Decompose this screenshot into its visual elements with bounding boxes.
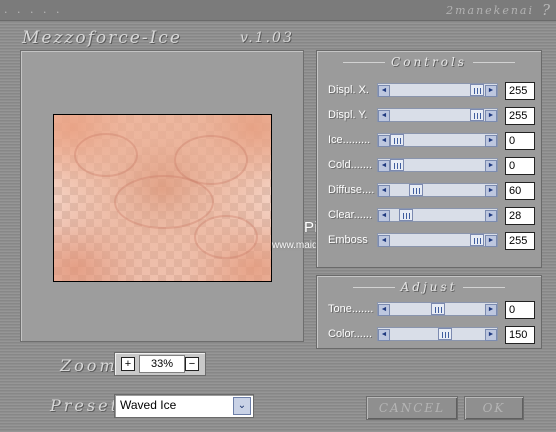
arrow-right-icon[interactable]: ► (485, 160, 497, 172)
slider-value-field[interactable]: 0 (505, 132, 535, 150)
plugin-window: · · · · · 2manekenai ? Mezzoforce-Ice v.… (0, 0, 556, 432)
arrow-right-icon[interactable]: ► (485, 135, 497, 147)
zoom-out-button[interactable]: − (185, 357, 199, 371)
slider-thumb[interactable] (431, 303, 445, 315)
slider-thumb[interactable] (409, 184, 423, 196)
plugin-version: v.1.03 (240, 30, 294, 46)
slider-row: Diffuse.... ◄ ► 60 (317, 181, 541, 201)
arrow-right-icon[interactable]: ► (485, 85, 497, 97)
slider-value-field[interactable]: 0 (505, 301, 535, 319)
slider-track[interactable]: ◄ ► (377, 208, 498, 222)
plugin-title: Mezzoforce-Ice (22, 28, 182, 48)
adjust-title: Adjust (317, 280, 541, 294)
arrow-left-icon[interactable]: ◄ (378, 235, 390, 247)
slider-row: Cold....... ◄ ► 0 (317, 156, 541, 176)
arrow-left-icon[interactable]: ◄ (378, 110, 390, 122)
slider-row: Clear...... ◄ ► 28 (317, 206, 541, 226)
arrow-left-icon[interactable]: ◄ (378, 210, 390, 222)
brand-label: 2manekenai (446, 4, 534, 17)
arrow-right-icon[interactable]: ► (485, 329, 497, 341)
zoom-in-button[interactable]: + (121, 357, 135, 371)
slider-value-field[interactable]: 255 (505, 107, 535, 125)
zoom-value: 33% (139, 355, 185, 373)
slider-row: Tone....... ◄ ► 0 (317, 300, 541, 320)
slider-label: Ice......... (328, 134, 371, 146)
slider-thumb[interactable] (390, 134, 404, 146)
arrow-left-icon[interactable]: ◄ (378, 185, 390, 197)
slider-row: Displ. Y. ◄ ► 255 (317, 106, 541, 126)
preset-value: Waved Ice (120, 398, 177, 412)
slider-thumb[interactable] (470, 84, 484, 96)
slider-track[interactable]: ◄ ► (377, 108, 498, 122)
preset-label: Preset (50, 396, 120, 415)
slider-label: Cold....... (328, 159, 373, 171)
slider-track[interactable]: ◄ ► (377, 327, 498, 341)
arrow-left-icon[interactable]: ◄ (378, 85, 390, 97)
controls-panel: Controls Displ. X. ◄ ► 255 Displ. Y. ◄ ► 255 Ice… (316, 50, 542, 268)
adjust-panel: Adjust Tone....... ◄ ► 0 Color...... ◄ ► 150 (316, 275, 542, 349)
swirl-shape (114, 175, 214, 229)
arrow-left-icon[interactable]: ◄ (378, 160, 390, 172)
preview-pane[interactable] (20, 50, 304, 342)
slider-label: Color...... (328, 328, 373, 340)
slider-label: Clear...... (328, 209, 373, 221)
swirl-shape (194, 215, 258, 259)
slider-label: Displ. Y. (328, 109, 368, 121)
slider-thumb[interactable] (470, 234, 484, 246)
slider-label: Tone....... (328, 303, 374, 315)
swirl-shape (74, 133, 138, 177)
arrow-left-icon[interactable]: ◄ (378, 135, 390, 147)
arrow-right-icon[interactable]: ► (485, 304, 497, 316)
slider-track[interactable]: ◄ ► (377, 302, 498, 316)
slider-row: Color...... ◄ ► 150 (317, 325, 541, 345)
arrow-right-icon[interactable]: ► (485, 110, 497, 122)
slider-thumb[interactable] (438, 328, 452, 340)
slider-track[interactable]: ◄ ► (377, 233, 498, 247)
arrow-right-icon[interactable]: ► (485, 185, 497, 197)
zoom-control: + 33% − (114, 352, 206, 376)
slider-row: Ice......... ◄ ► 0 (317, 131, 541, 151)
title-bar: · · · · · 2manekenai ? (0, 0, 556, 21)
ok-button[interactable]: OK (464, 396, 524, 420)
slider-track[interactable]: ◄ ► (377, 158, 498, 172)
zoom-label: Zoom (60, 356, 118, 375)
slider-value-field[interactable]: 255 (505, 82, 535, 100)
slider-thumb[interactable] (470, 109, 484, 121)
slider-label: Displ. X. (328, 84, 369, 96)
slider-track[interactable]: ◄ ► (377, 133, 498, 147)
slider-track[interactable]: ◄ ► (377, 83, 498, 97)
slider-thumb[interactable] (399, 209, 413, 221)
grip-dots-icon[interactable]: · · · · · (4, 6, 62, 19)
preset-dropdown[interactable]: Waved Ice ⌄ (114, 394, 254, 418)
chevron-down-icon[interactable]: ⌄ (233, 397, 251, 415)
slider-thumb[interactable] (390, 159, 404, 171)
slider-label: Diffuse.... (328, 184, 375, 196)
arrow-right-icon[interactable]: ► (485, 210, 497, 222)
help-icon[interactable]: ? (542, 1, 550, 19)
slider-value-field[interactable]: 28 (505, 207, 535, 225)
preview-image[interactable] (53, 114, 272, 282)
slider-row: Displ. X. ◄ ► 255 (317, 81, 541, 101)
slider-value-field[interactable]: 0 (505, 157, 535, 175)
slider-value-field[interactable]: 60 (505, 182, 535, 200)
cancel-button[interactable]: CANCEL (366, 396, 458, 420)
slider-track[interactable]: ◄ ► (377, 183, 498, 197)
arrow-left-icon[interactable]: ◄ (378, 304, 390, 316)
arrow-right-icon[interactable]: ► (485, 235, 497, 247)
slider-value-field[interactable]: 150 (505, 326, 535, 344)
arrow-left-icon[interactable]: ◄ (378, 329, 390, 341)
slider-label: Emboss (328, 234, 368, 246)
controls-title: Controls (317, 55, 541, 69)
slider-row: Emboss ◄ ► 255 (317, 231, 541, 251)
slider-value-field[interactable]: 255 (505, 232, 535, 250)
